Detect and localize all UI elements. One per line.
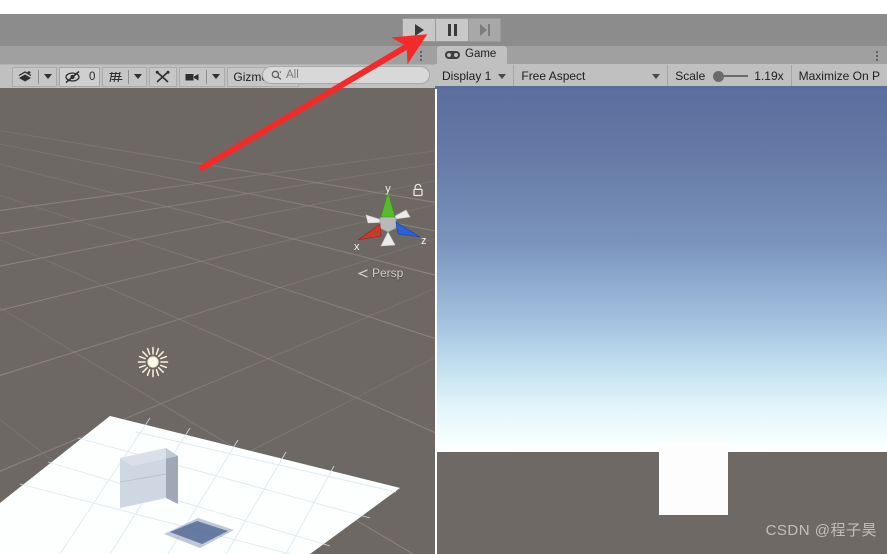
scene-search-placeholder: All — [286, 69, 299, 81]
gizmo-z-label: z — [421, 235, 427, 247]
lock-icon[interactable] — [412, 183, 424, 197]
camera-chevron-down-icon[interactable] — [208, 67, 224, 87]
divider — [128, 69, 130, 84]
display-chevron-down-icon — [498, 73, 507, 79]
main-toolbar — [0, 14, 887, 46]
gizmo-y-axis — [380, 190, 396, 218]
scene-cube-object[interactable] — [112, 446, 212, 546]
gizmo-x-label: x — [354, 241, 360, 253]
scene-fx-control[interactable] — [149, 66, 178, 87]
game-scale-label: Scale — [675, 69, 706, 83]
game-sky — [437, 89, 887, 453]
game-overflow-menu-icon[interactable] — [872, 49, 882, 62]
gizmo-z-axis — [395, 221, 421, 238]
pause-icon — [447, 24, 457, 36]
gizmo-x-axis — [357, 223, 382, 241]
panel-tab-strip: Game — [0, 46, 887, 64]
scene-projection-label: Persp — [372, 266, 404, 280]
game-display-label: Display 1 — [442, 69, 492, 83]
camera-icon[interactable] — [180, 67, 205, 87]
persp-chevron-icon — [358, 268, 368, 278]
watermark-text: CSDN @程子昊 — [765, 522, 877, 539]
game-display-dropdown[interactable]: Display 1 — [435, 65, 515, 87]
scene-projection-mode[interactable]: Persp — [358, 266, 403, 280]
scale-slider-track[interactable] — [713, 70, 749, 82]
game-maximize-on-play-toggle[interactable]: Maximize On P — [792, 65, 887, 87]
scene-draw-mode-control[interactable] — [12, 66, 57, 87]
scene-overflow-menu-icon[interactable] — [416, 49, 426, 62]
divider — [38, 69, 39, 84]
step-icon — [479, 24, 490, 36]
unity-editor-window: Game 0 Gizmos All y z x Persp Display 1 … — [0, 0, 887, 554]
step-button[interactable] — [468, 18, 501, 42]
audio-chevron-down-icon[interactable] — [130, 67, 146, 87]
game-aspect-label: Free Aspect — [521, 69, 586, 83]
scene-lighting-toggle[interactable]: 0 — [59, 66, 101, 87]
pause-button[interactable] — [435, 18, 468, 42]
gizmo-y-label: y — [385, 184, 391, 195]
fx-icon[interactable] — [150, 67, 176, 87]
aspect-chevron-down-icon — [652, 73, 661, 79]
play-controls-group — [402, 18, 501, 42]
tab-game-label: Game — [465, 48, 497, 61]
tab-game[interactable]: Game — [437, 46, 508, 64]
scene-audio-control[interactable] — [102, 66, 148, 87]
window-top-strip — [0, 0, 887, 14]
gamepad-icon — [445, 51, 460, 59]
scale-slider-knob[interactable] — [713, 70, 725, 82]
shading-mode-chevron-down-icon[interactable] — [40, 67, 56, 87]
game-scale-slider[interactable]: Scale 1.19x — [668, 65, 792, 87]
audio-icon[interactable] — [103, 67, 127, 87]
play-icon — [414, 24, 424, 36]
scene-viewport[interactable]: y z x Persp — [0, 88, 435, 554]
game-aspect-dropdown[interactable]: Free Aspect — [514, 65, 669, 87]
scene-tab-strip — [0, 46, 435, 64]
lighting-off-icon[interactable] — [60, 67, 85, 87]
scene-camera-control[interactable] — [179, 66, 226, 87]
scene-ground-plane — [0, 416, 400, 554]
game-cube-object — [659, 442, 728, 515]
directional-light-gizmo-icon[interactable] — [137, 346, 169, 378]
play-button[interactable] — [402, 18, 435, 42]
divider — [206, 69, 208, 84]
game-viewport[interactable]: CSDN @程子昊 — [437, 89, 887, 554]
scene-search-input[interactable]: All — [262, 66, 430, 84]
game-maximize-label: Maximize On P — [798, 69, 880, 83]
lighting-count-label: 0 — [89, 70, 96, 83]
shading-mode-icon[interactable] — [13, 67, 37, 87]
search-icon — [271, 70, 282, 80]
game-scale-value: 1.19x — [754, 69, 784, 83]
game-view-toolbar: Display 1 Free Aspect Scale 1.19x Maximi… — [435, 64, 887, 88]
